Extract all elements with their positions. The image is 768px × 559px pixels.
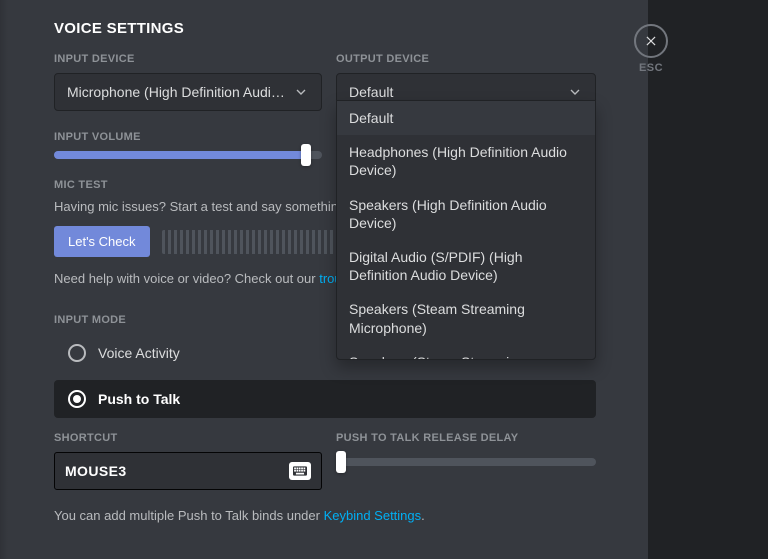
input-device-label: INPUT DEVICE	[54, 53, 322, 65]
chevron-down-icon	[293, 84, 309, 100]
input-device-select[interactable]: Microphone (High Definition Audio Device…	[54, 73, 322, 111]
output-device-dropdown[interactable]: Default Headphones (High Definition Audi…	[336, 100, 596, 360]
keyboard-icon	[289, 462, 311, 480]
input-volume-slider[interactable]	[54, 151, 322, 159]
lets-check-button[interactable]: Let's Check	[54, 226, 150, 257]
dropdown-item[interactable]: Default	[337, 101, 595, 135]
footnote: You can add multiple Push to Talk binds …	[54, 508, 728, 523]
shortcut-label: SHORTCUT	[54, 432, 322, 444]
radio-dot-icon	[73, 395, 81, 403]
dropdown-item[interactable]: Speakers (Steam Streaming Speakers)	[337, 345, 595, 360]
footnote-suffix: .	[421, 508, 425, 523]
push-to-talk-label: Push to Talk	[98, 391, 180, 407]
voice-activity-label: Voice Activity	[98, 345, 180, 361]
output-device-value: Default	[349, 84, 561, 100]
esc-label: ESC	[634, 62, 668, 74]
input-volume-fill	[54, 151, 306, 159]
footnote-prefix: You can add multiple Push to Talk binds …	[54, 508, 324, 523]
dropdown-item[interactable]: Digital Audio (S/PDIF) (High Definition …	[337, 240, 595, 292]
input-device-value: Microphone (High Definition Audio Device…	[67, 84, 287, 100]
close-icon	[644, 34, 658, 48]
shortcut-input[interactable]: MOUSE3	[54, 452, 322, 490]
shortcut-value: MOUSE3	[65, 463, 127, 479]
dropdown-item[interactable]: Speakers (High Definition Audio Device)	[337, 188, 595, 240]
keybind-settings-link[interactable]: Keybind Settings	[324, 508, 422, 523]
radio-icon	[68, 390, 86, 408]
ptt-delay-label: PUSH TO TALK RELEASE DELAY	[336, 432, 596, 444]
dropdown-item[interactable]: Headphones (High Definition Audio Device…	[337, 135, 595, 187]
input-mode-push-to-talk[interactable]: Push to Talk	[54, 380, 596, 418]
right-gutter	[648, 0, 768, 559]
close-button[interactable]	[634, 24, 668, 58]
page-title: VOICE SETTINGS	[54, 20, 728, 37]
close-wrap: ESC	[634, 24, 668, 74]
dropdown-item[interactable]: Speakers (Steam Streaming Microphone)	[337, 292, 595, 344]
ptt-delay-thumb[interactable]	[336, 451, 346, 473]
radio-icon	[68, 344, 86, 362]
output-device-label: OUTPUT DEVICE	[336, 53, 596, 65]
chevron-down-icon	[567, 84, 583, 100]
help-prefix: Need help with voice or video? Check out…	[54, 271, 319, 286]
ptt-delay-slider[interactable]	[336, 458, 596, 466]
panel-shadow	[0, 0, 8, 559]
input-volume-thumb[interactable]	[301, 144, 311, 166]
